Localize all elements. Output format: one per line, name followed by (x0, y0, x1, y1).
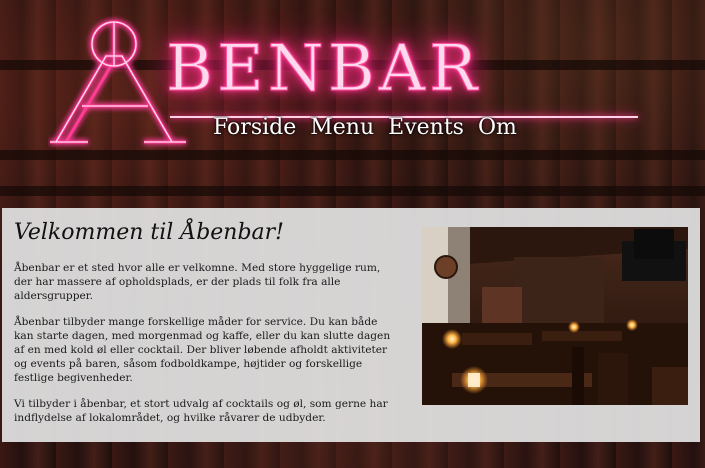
intro-text: Åbenbar er et sted hvor alle er velkomne… (14, 262, 394, 439)
main-nav: Forside Menu Events Om (213, 115, 517, 140)
welcome-panel: Velkommen til Åbenbar! Åbenbar er et ste… (2, 208, 700, 442)
nav-link-om[interactable]: Om (478, 115, 517, 140)
page-title: Velkommen til Åbenbar! (14, 220, 285, 245)
service-paragraph: Åbenbar tilbyder mange forskellige måder… (14, 316, 391, 384)
nav-link-forside[interactable]: Forside (213, 115, 296, 140)
nav-link-menu[interactable]: Menu (310, 115, 374, 140)
drinks-paragraph: Vi tilbyder i åbenbar, et stort udvalg a… (14, 398, 388, 425)
bar-interior-photo (422, 227, 688, 405)
nav-link-events[interactable]: Events (388, 115, 464, 140)
site-header: BENBAR Forside Menu Events Om (0, 0, 705, 190)
bar-interior-illustration (422, 227, 688, 405)
logo-wordmark: BENBAR (165, 32, 482, 107)
intro-paragraph: Åbenbar er et sted hvor alle er velkomne… (14, 262, 381, 302)
